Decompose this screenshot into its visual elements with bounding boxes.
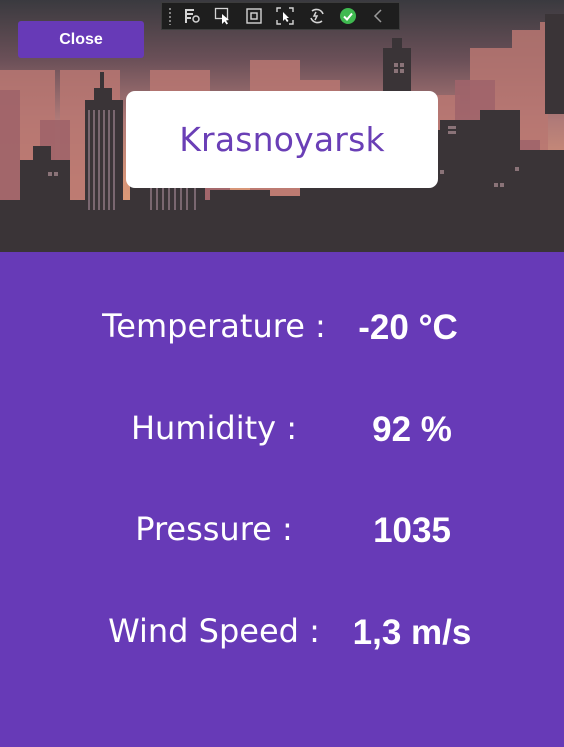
toolbar-grip-handle[interactable] (168, 7, 172, 25)
humidity-value: 92 % (372, 410, 452, 449)
live-visual-tree-icon[interactable] (180, 5, 203, 27)
track-focused-element-icon[interactable] (274, 5, 297, 27)
temperature-value: -20 °C (358, 308, 458, 347)
humidity-label: Humidity : (130, 409, 298, 447)
debug-toolbar (161, 2, 400, 30)
temperature-label: Temperature : (102, 307, 326, 345)
select-element-icon[interactable] (211, 5, 234, 27)
pressure-label: Pressure : (135, 510, 293, 548)
display-layout-adorners-icon[interactable] (242, 5, 265, 27)
city-card: Krasnoyarsk (126, 91, 438, 188)
wind-speed-value: 1,3 m/s (352, 613, 472, 652)
hot-reload-icon[interactable] (305, 5, 328, 27)
collapse-toolbar-icon[interactable] (368, 5, 391, 27)
binding-failures-ok-icon[interactable] (336, 5, 359, 27)
close-button[interactable]: Close (18, 21, 144, 58)
wind-speed-label: Wind Speed : (108, 612, 320, 650)
pressure-value: 1035 (373, 511, 451, 550)
city-header-image: Close Krasnoyarsk (0, 0, 564, 252)
city-name: Krasnoyarsk (179, 120, 385, 159)
